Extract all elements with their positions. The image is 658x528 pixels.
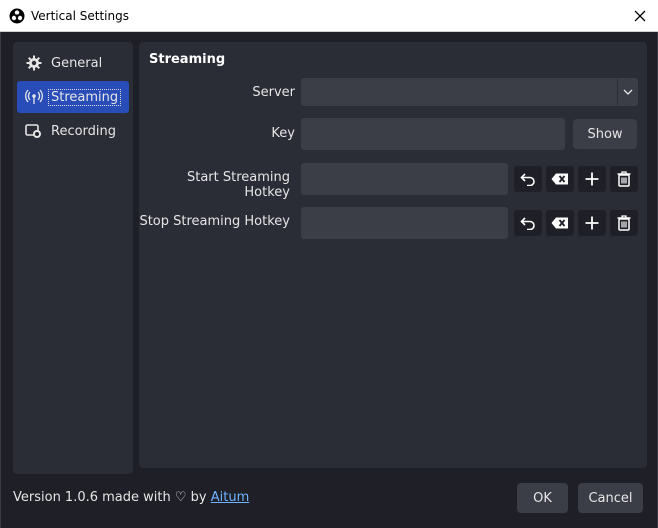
trash-icon[interactable] [610, 210, 638, 236]
sidebar-item-streaming[interactable]: Streaming [17, 81, 129, 113]
show-button[interactable]: Show [573, 119, 637, 149]
section-title: Streaming [149, 52, 226, 67]
sidebar-item-general[interactable]: General [17, 47, 129, 79]
sidebar-item-recording[interactable]: Recording [17, 115, 129, 147]
title-bar: Vertical Settings [0, 0, 658, 32]
record-camera-icon [25, 122, 43, 140]
start-hotkey-input[interactable] [301, 163, 508, 195]
sidebar: General Streaming Recording [13, 42, 133, 474]
add-icon[interactable] [578, 210, 606, 236]
stop-hotkey-label: Stop Streaming Hotkey [139, 214, 290, 229]
gear-icon [25, 54, 43, 72]
settings-window: General Streaming Recording Streaming Se… [0, 32, 658, 528]
trash-icon[interactable] [610, 166, 638, 192]
sidebar-item-label: Recording [51, 123, 117, 139]
key-input[interactable] [301, 118, 565, 150]
undo-icon[interactable] [514, 166, 542, 192]
sidebar-item-label: Streaming [47, 88, 122, 106]
server-combo[interactable] [301, 78, 638, 106]
version-text: Version 1.0.6 made with ♡ by Aitum [13, 490, 249, 505]
undo-icon[interactable] [514, 210, 542, 236]
clear-icon[interactable] [546, 210, 574, 236]
obs-icon [9, 8, 25, 24]
clear-icon[interactable] [546, 166, 574, 192]
broadcast-antenna-icon [25, 88, 43, 106]
cancel-button[interactable]: Cancel [578, 483, 643, 513]
sidebar-item-label: General [51, 55, 103, 71]
start-hotkey-label: Start Streaming Hotkey [186, 170, 290, 200]
chevron-down-icon[interactable] [617, 79, 637, 105]
close-icon[interactable] [630, 6, 650, 26]
streaming-panel: Streaming Server Key Show Start Streamin… [139, 42, 647, 468]
version-label: Version 1.0.6 made with ♡ by [13, 490, 211, 505]
server-label: Server [252, 85, 295, 100]
add-icon[interactable] [578, 166, 606, 192]
ok-button[interactable]: OK [517, 483, 568, 513]
window-title: Vertical Settings [31, 8, 129, 23]
key-label: Key [271, 126, 295, 141]
aitum-link[interactable]: Aitum [211, 490, 250, 505]
stop-hotkey-input[interactable] [301, 207, 508, 239]
